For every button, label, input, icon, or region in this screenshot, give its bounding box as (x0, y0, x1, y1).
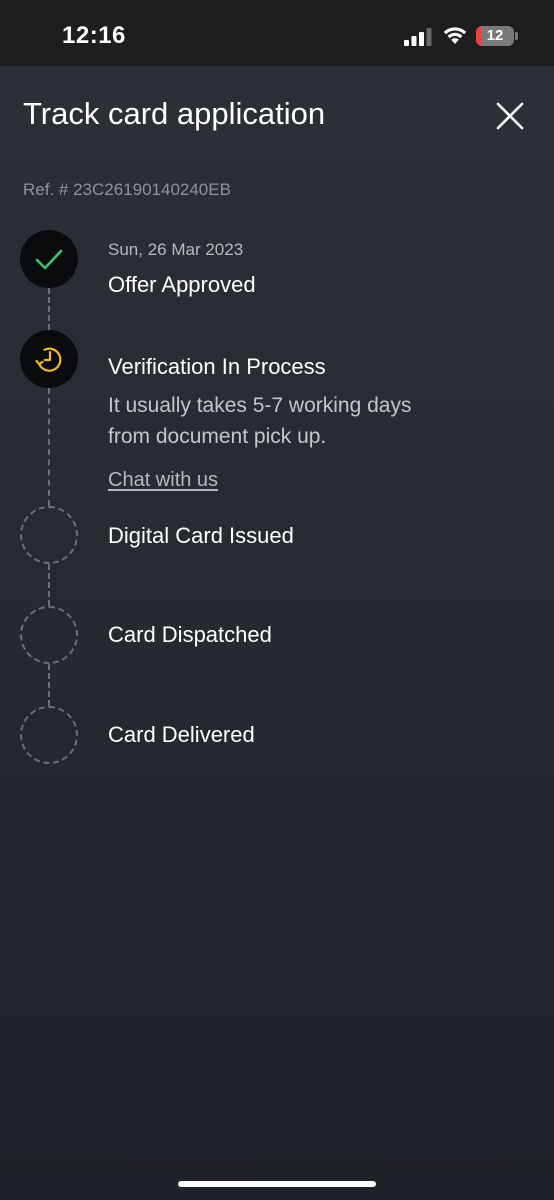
step-title-digital-card-issued: Digital Card Issued (108, 523, 294, 548)
timeline-connector (48, 564, 50, 606)
step-description: It usually takes 5-7 working days from d… (108, 390, 508, 452)
wifi-icon (443, 27, 467, 44)
step-description-line: It usually takes 5-7 working days (108, 394, 412, 417)
timeline-connector (48, 664, 50, 706)
home-indicator[interactable] (178, 1181, 376, 1187)
step-title-card-delivered: Card Delivered (108, 722, 255, 747)
battery-icon: 12 (476, 26, 514, 46)
timeline-connector (48, 388, 50, 506)
step-status-pending (20, 606, 78, 664)
reference-number: Ref. # 23C26190140240EB (23, 180, 231, 199)
cellular-signal-icon (404, 28, 432, 46)
page-title: Track card application (23, 96, 326, 131)
step-title-offer-approved: Offer Approved (108, 272, 256, 297)
step-date: Sun, 26 Mar 2023 (108, 240, 244, 259)
close-button[interactable] (490, 96, 530, 136)
status-bar: 12:16 12 (0, 0, 554, 66)
timeline-connector (48, 288, 50, 330)
battery-nub (515, 32, 518, 40)
clock-icon (35, 347, 62, 372)
chat-with-us-link[interactable]: Chat with us (108, 469, 218, 492)
close-icon (496, 102, 524, 130)
step-title-verification: Verification In Process (108, 354, 326, 379)
step-status-done (20, 230, 78, 288)
step-description-line: from document pick up. (108, 425, 327, 448)
battery-level: 12 (486, 27, 504, 44)
checkmark-icon (35, 249, 63, 270)
status-time: 12:16 (62, 22, 126, 49)
step-status-pending (20, 706, 78, 764)
track-card-screen: 12:16 12 Track card application Ref. # 2… (0, 0, 554, 1200)
step-status-in-progress (20, 330, 78, 388)
step-title-card-dispatched: Card Dispatched (108, 622, 272, 647)
step-status-pending (20, 506, 78, 564)
